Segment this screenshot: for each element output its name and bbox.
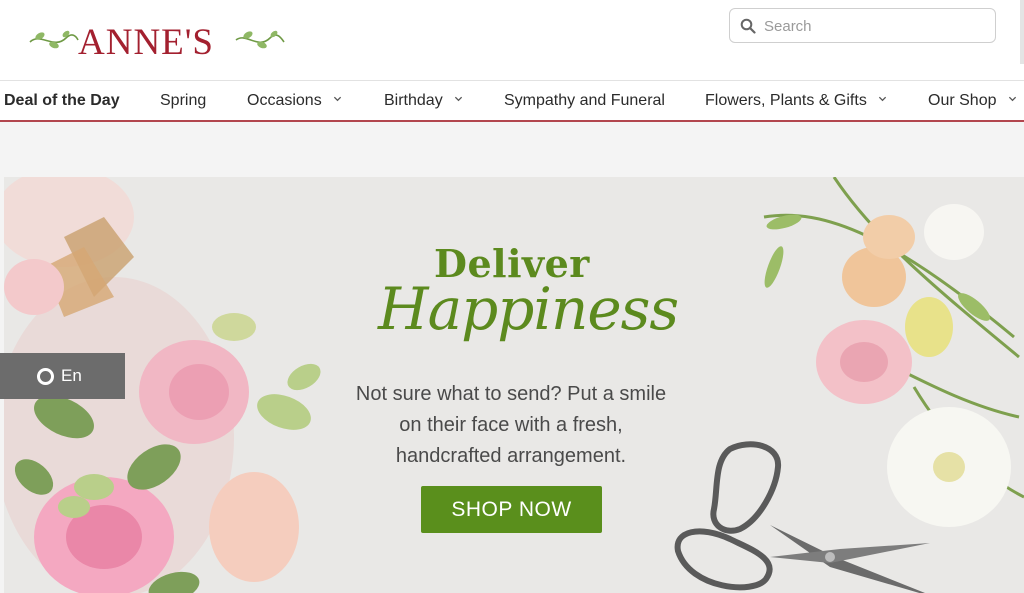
- nav-item-label: Our Shop: [928, 92, 997, 109]
- nav-item-deal-of-the-day[interactable]: Deal of the Day: [4, 92, 120, 110]
- banner-description: Not sure what to send? Put a smile on th…: [355, 383, 667, 467]
- site-header: ANNE'S: [0, 0, 1024, 80]
- search-box[interactable]: [729, 8, 996, 43]
- nav-item-our-shop[interactable]: Our Shop: [928, 92, 1017, 110]
- nav-item-label: Deal of the Day: [4, 92, 120, 109]
- chevron-down-icon: [334, 96, 342, 102]
- chevron-down-icon: [1008, 96, 1017, 102]
- nav-item-spring[interactable]: Spring: [160, 92, 206, 110]
- magnifier-icon: [740, 18, 756, 34]
- search-input[interactable]: [764, 15, 984, 37]
- headline-happiness: Happiness: [378, 275, 679, 343]
- language-label: En: [61, 366, 82, 385]
- nav-item-occasions[interactable]: Occasions: [247, 92, 342, 110]
- nav-item-birthday[interactable]: Birthday: [384, 92, 463, 110]
- nav-item-flowers-plants-gifts[interactable]: Flowers, Plants & Gifts: [705, 92, 887, 110]
- brand-logo[interactable]: ANNE'S: [26, 12, 288, 61]
- shop-now-button[interactable]: SHOP NOW: [421, 486, 602, 533]
- nav-item-label: Birthday: [384, 92, 443, 109]
- nav-item-sympathy-and-funeral[interactable]: Sympathy and Funeral: [504, 92, 665, 110]
- language-selector[interactable]: En: [0, 353, 125, 399]
- chevron-down-icon: [879, 96, 887, 102]
- scrollbar-track[interactable]: [1020, 0, 1024, 64]
- nav-item-label: Sympathy and Funeral: [504, 92, 665, 109]
- scissors-image: [674, 441, 930, 593]
- nav-item-label: Flowers, Plants & Gifts: [705, 92, 867, 109]
- circle-icon: [37, 368, 54, 385]
- chevron-down-icon: [455, 96, 463, 102]
- brand-name: ANNE'S: [78, 22, 215, 63]
- main-nav: Deal of the Day Spring Occasions Birthda…: [0, 80, 1024, 122]
- hero-banner[interactable]: Deliver Happiness Not sure what to send?…: [4, 177, 1024, 593]
- nav-item-label: Occasions: [247, 92, 322, 109]
- nav-item-label: Spring: [160, 92, 207, 109]
